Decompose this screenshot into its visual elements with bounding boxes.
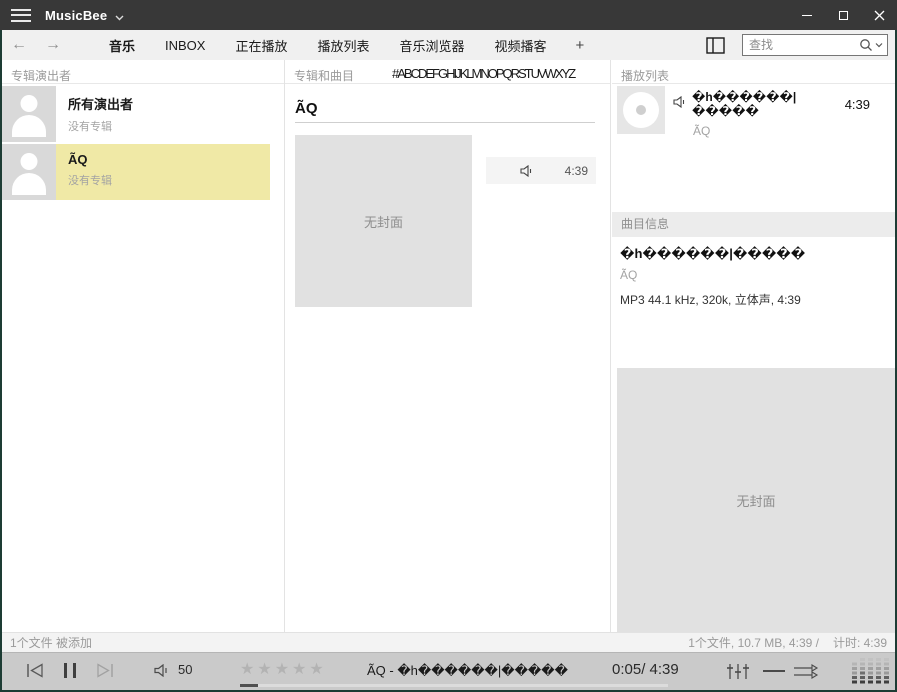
next-track-button[interactable] — [96, 663, 114, 678]
window-controls — [789, 0, 897, 30]
album-cover-placeholder: 无封面 — [295, 135, 472, 307]
minimize-button[interactable] — [789, 0, 825, 30]
main-area: 专辑演出者 所有演出者 没有专辑 ÃQ 没有专辑 — [2, 60, 895, 632]
list-item-all-artists[interactable]: 所有演出者 没有专辑 — [2, 86, 270, 142]
playing-panel: 播放列表 �h������|����� 4:39 ÃQ — [612, 60, 895, 632]
minimize-player-icon[interactable] — [763, 670, 785, 672]
albums-tracks-panel: 专辑和曲目 #ABCDEFGHIJKLMNOPQRSTUVWXYZ ÃQ 无封面… — [284, 60, 611, 632]
track-info-title: �h������|����� — [620, 246, 805, 262]
volume-icon[interactable] — [154, 664, 169, 677]
close-button[interactable] — [861, 0, 897, 30]
title-bar: MusicBee — [0, 0, 897, 30]
tab-now-playing[interactable]: 正在播放 — [220, 36, 302, 55]
playing-track-title: �h������|����� — [692, 90, 845, 118]
track-info-header: 曲目信息 — [612, 212, 895, 237]
maximize-button[interactable] — [825, 0, 861, 30]
back-button[interactable]: ← — [2, 36, 36, 54]
search-options-chevron-icon[interactable] — [875, 42, 883, 48]
now-playing-speaker-icon — [520, 165, 533, 177]
tab-music-explorer[interactable]: 音乐浏览器 — [385, 36, 480, 55]
musicbee-window: MusicBee ← → 音乐 INBOX 正在播放 播放列表 音乐浏览器 视频… — [0, 0, 897, 692]
artist-divider — [295, 122, 595, 123]
equalizer-icon[interactable] — [727, 663, 749, 680]
artist-avatar — [2, 86, 56, 142]
chevron-down-icon[interactable] — [115, 8, 124, 26]
now-playing-speaker-icon — [673, 95, 686, 113]
volume-value[interactable]: 50 — [178, 662, 192, 677]
tab-bar: ← → 音乐 INBOX 正在播放 播放列表 音乐浏览器 视频播客 + — [2, 30, 895, 60]
hamburger-menu-icon[interactable] — [11, 9, 31, 22]
playing-track-duration: 4:39 — [845, 97, 870, 112]
tab-inbox[interactable]: INBOX — [150, 38, 220, 53]
artist-sub: 没有专辑 — [68, 172, 112, 188]
status-bar: 1个文件 被添加 1个文件, 10.7 MB, 4:39 / 计时: 4:39 — [2, 632, 895, 652]
track-row[interactable]: 4:39 — [486, 157, 596, 184]
alphabet-jump-bar[interactable]: #ABCDEFGHIJKLMNOPQRSTUVWXYZ — [392, 60, 574, 81]
artist-name: ÃQ — [68, 152, 112, 167]
large-cover-placeholder: 无封面 — [617, 368, 895, 632]
cd-icon — [617, 86, 665, 134]
artist-avatar — [2, 144, 56, 200]
status-left: 1个文件 被添加 — [10, 634, 92, 651]
album-artist-header: 专辑演出者 — [2, 60, 284, 84]
artist-name: 所有演出者 — [68, 94, 133, 113]
search-box — [742, 34, 888, 56]
playlist-item[interactable]: �h������|����� 4:39 ÃQ — [617, 86, 895, 138]
track-info-artist: ÃQ — [620, 268, 637, 282]
status-timer: 计时: 4:39 — [833, 634, 887, 651]
app-title[interactable]: MusicBee — [45, 8, 107, 23]
window-frame: ← → 音乐 INBOX 正在播放 播放列表 音乐浏览器 视频播客 + — [0, 30, 897, 692]
search-icon[interactable] — [859, 38, 873, 52]
status-summary: 1个文件, 10.7 MB, 4:39 / — [688, 634, 819, 651]
rating-stars[interactable]: ★★★★★ — [240, 659, 327, 679]
add-tab-button[interactable]: + — [562, 37, 599, 54]
pause-button[interactable] — [64, 663, 76, 678]
player-bar: 50 ★★★★★ ÃQ - �h������|����� 0:05/ 4:39 — [2, 652, 895, 690]
list-item-artist-selected[interactable]: ÃQ 没有专辑 — [2, 144, 270, 200]
track-info-format: MP3 44.1 kHz, 320k, 立体声, 4:39 — [620, 291, 801, 308]
seek-bar-fill — [240, 684, 258, 687]
shuffle-icon[interactable] — [793, 664, 819, 679]
forward-button[interactable]: → — [36, 36, 70, 54]
tab-playlists[interactable]: 播放列表 — [303, 36, 385, 55]
search-input[interactable] — [743, 38, 859, 52]
spectrum-meter-icon[interactable] — [852, 658, 890, 686]
albums-tracks-header: 专辑和曲目 — [285, 60, 354, 84]
tab-video-podcast[interactable]: 视频播客 — [480, 36, 562, 55]
track-duration: 4:39 — [565, 164, 588, 178]
playing-track-artist: ÃQ — [693, 124, 895, 138]
album-artist-panel: 专辑演出者 所有演出者 没有专辑 ÃQ 没有专辑 — [2, 60, 284, 632]
artist-title: ÃQ — [295, 100, 318, 117]
player-time: 0:05/ 4:39 — [612, 661, 679, 678]
seek-bar[interactable] — [240, 684, 668, 687]
previous-track-button[interactable] — [26, 663, 44, 678]
tab-music[interactable]: 音乐 — [94, 36, 150, 55]
playlist-header: 播放列表 — [612, 60, 895, 84]
artist-sub: 没有专辑 — [68, 118, 133, 134]
panel-layout-icon[interactable] — [706, 37, 725, 54]
